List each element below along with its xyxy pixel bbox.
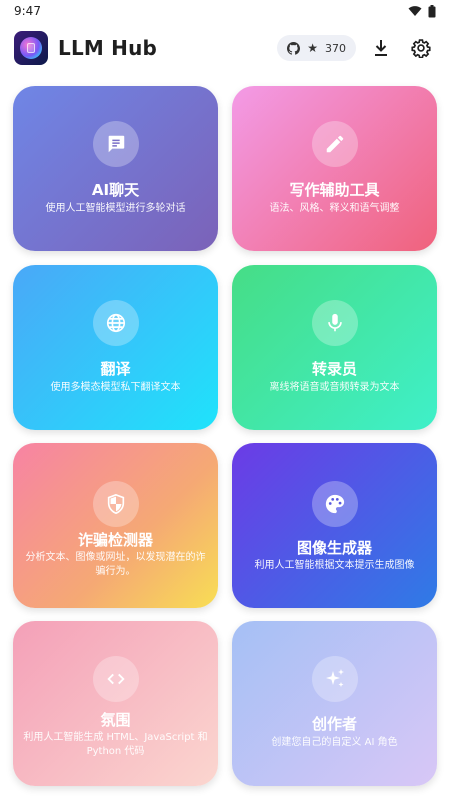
battery-icon — [428, 4, 436, 17]
download-button[interactable] — [366, 33, 396, 63]
app-logo — [14, 31, 48, 65]
app-bar: LLM Hub ★ 370 — [0, 26, 450, 70]
sparkles-icon-circle — [312, 656, 358, 702]
card-description: 利用人工智能生成 HTML、JavaScript 和 Python 代码 — [23, 732, 208, 757]
app-title: LLM Hub — [58, 36, 158, 60]
microphone-icon-circle — [312, 300, 358, 346]
card-title: 氛围 — [100, 711, 131, 729]
pencil-icon-circle — [312, 121, 358, 167]
feature-card-image-generator[interactable]: 图像生成器 利用人工智能根据文本提示生成图像 — [232, 443, 437, 608]
card-title: 创作者 — [311, 715, 357, 733]
card-description: 利用人工智能根据文本提示生成图像 — [254, 560, 415, 571]
star-count: 370 — [325, 41, 346, 55]
wifi-icon — [408, 6, 422, 16]
feature-card-scam-detector[interactable]: 诈骗检测器 分析文本、图像或网址，以发现潜在的诈骗行为。 — [13, 443, 218, 608]
card-title: 写作辅助工具 — [289, 181, 380, 199]
card-title: 图像生成器 — [296, 539, 372, 557]
feature-card-ai-chat[interactable]: AI聊天 使用人工智能模型进行多轮对话 — [13, 86, 218, 251]
star-icon: ★ — [307, 41, 318, 55]
github-icon — [287, 41, 301, 55]
status-bar: 9:47 — [0, 0, 450, 22]
chat-icon-circle — [93, 121, 139, 167]
card-description: 离线将语音或音频转录为文本 — [269, 382, 400, 393]
feature-card-transcriber[interactable]: 转录员 离线将语音或音频转录为文本 — [232, 265, 437, 430]
code-icon-circle — [93, 656, 139, 702]
card-description: 语法、风格、释义和语气调整 — [269, 203, 400, 214]
card-title: 诈骗检测器 — [77, 531, 153, 549]
card-title: 翻译 — [100, 360, 131, 378]
feature-card-creator[interactable]: 创作者 创建您自己的自定义 AI 角色 — [232, 621, 437, 786]
settings-button[interactable] — [406, 33, 436, 63]
globe-icon-circle — [93, 300, 139, 346]
card-title: AI聊天 — [91, 181, 140, 199]
card-description: 使用人工智能模型进行多轮对话 — [45, 203, 186, 214]
feature-card-translate[interactable]: 翻译 使用多模态模型私下翻译文本 — [13, 265, 218, 430]
feature-card-vibe[interactable]: 氛围 利用人工智能生成 HTML、JavaScript 和 Python 代码 — [13, 621, 218, 786]
status-time: 9:47 — [14, 4, 41, 18]
palette-icon-circle — [312, 481, 358, 527]
code-icon — [107, 673, 125, 685]
card-description: 创建您自己的自定义 AI 角色 — [271, 737, 398, 748]
globe-icon — [106, 313, 126, 333]
github-stars-button[interactable]: ★ 370 — [277, 35, 356, 61]
status-icons — [408, 4, 436, 18]
card-description: 使用多模态模型私下翻译文本 — [50, 382, 181, 393]
chat-icon — [108, 135, 125, 153]
download-icon — [375, 40, 387, 56]
shield-icon — [107, 493, 125, 515]
sparkles-icon — [326, 669, 344, 687]
microphone-icon — [328, 313, 342, 332]
shield-icon-circle — [93, 481, 139, 527]
feature-card-writing-aid[interactable]: 写作辅助工具 语法、风格、释义和语气调整 — [232, 86, 437, 251]
card-title: 转录员 — [311, 360, 357, 378]
pencil-icon — [326, 135, 344, 153]
palette-icon — [325, 494, 345, 514]
gear-icon — [411, 39, 431, 58]
card-description: 分析文本、图像或网址，以发现潜在的诈骗行为。 — [25, 552, 206, 577]
